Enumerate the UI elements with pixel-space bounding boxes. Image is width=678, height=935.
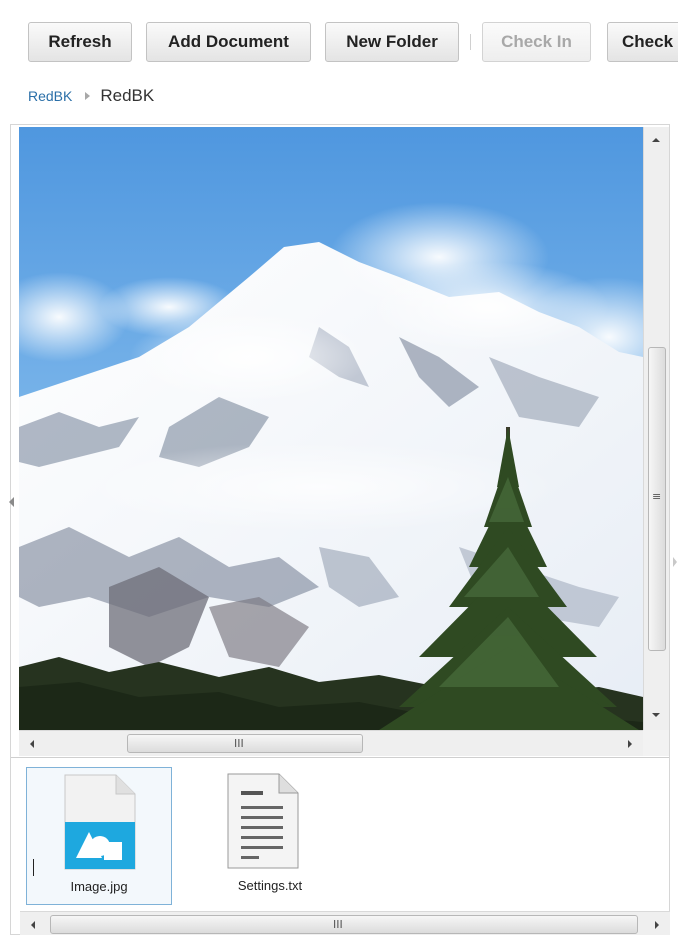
breadcrumb-root-link[interactable]: RedBK [28,88,72,104]
scroll-right-icon[interactable] [628,740,632,748]
scroll-right-icon[interactable] [655,921,659,929]
toolbar-separator [470,34,471,50]
breadcrumb: RedBK RedBK [28,84,154,108]
file-item-image[interactable]: Image.jpg [26,767,172,905]
scroll-up-icon[interactable] [652,138,660,142]
new-folder-button[interactable]: New Folder [325,22,459,62]
file-list-horizontal-scrollbar[interactable]: III [20,911,670,935]
document-browser: Refresh Add Document New Folder Check In… [0,0,678,935]
collapse-left-icon[interactable] [9,497,14,507]
mountain-photo [19,127,643,730]
check-in-button[interactable]: Check In [482,22,591,62]
scroll-down-icon[interactable] [652,713,660,717]
image-file-icon [64,774,136,870]
image-preview [19,127,643,730]
scroll-grip-icon: ≡ [652,490,662,503]
text-caret [33,859,34,876]
breadcrumb-current: RedBK [100,86,155,105]
scroll-grip-icon: III [234,737,244,750]
horizontal-scroll-thumb[interactable]: III [127,734,363,753]
text-file-icon [227,773,299,869]
file-name[interactable]: Settings.txt [197,878,343,893]
vertical-scroll-thumb[interactable]: ≡ [648,347,666,651]
horizontal-scrollbar[interactable]: III [19,730,643,756]
add-document-button[interactable]: Add Document [146,22,311,62]
scroll-grip-icon: III [333,918,343,931]
toolbar: Refresh Add Document New Folder Check In… [0,0,678,84]
check-out-button[interactable]: Check [607,22,678,62]
breadcrumb-arrow-icon [85,92,91,100]
scroll-left-icon[interactable] [30,740,34,748]
collapse-right-icon[interactable] [673,557,677,567]
file-list: Image.jpg Settings.txt [11,757,669,911]
refresh-button[interactable]: Refresh [28,22,132,62]
scrollbar-corner [643,730,669,756]
scroll-left-icon[interactable] [31,921,35,929]
vertical-scrollbar[interactable]: ≡ [643,127,669,730]
file-list-scroll-thumb[interactable]: III [50,915,638,934]
file-name[interactable]: Image.jpg [27,879,171,894]
file-item-settings[interactable]: Settings.txt [197,767,343,905]
